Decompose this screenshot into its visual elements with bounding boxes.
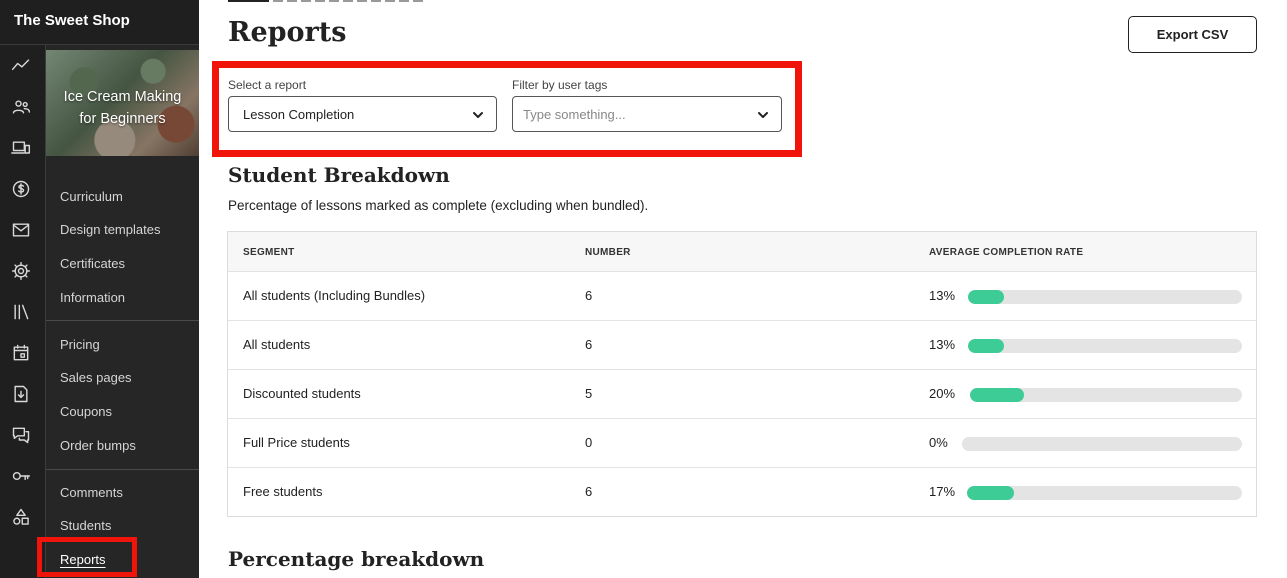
gear-icon[interactable] <box>9 259 33 283</box>
calendar-icon[interactable] <box>9 341 33 365</box>
section-title-student-breakdown: Student Breakdown <box>228 163 450 187</box>
rate-label: 20% <box>929 386 956 401</box>
segment-cell: All students (Including Bundles) <box>243 288 426 303</box>
course-sidebar: Ice Cream Making for Beginners Curriculu… <box>46 45 199 578</box>
completion-progress-bar <box>968 339 1242 353</box>
number-cell: 5 <box>585 386 593 401</box>
nav-information[interactable]: Information <box>60 290 125 305</box>
rate-label: 17% <box>929 484 956 499</box>
nav-comments[interactable]: Comments <box>60 485 123 500</box>
report-select[interactable]: Lesson Completion <box>228 96 497 132</box>
mail-icon[interactable] <box>9 218 33 242</box>
number-cell: 6 <box>585 337 593 352</box>
segment-cell: Discounted students <box>243 386 361 401</box>
column-header-rate: AVERAGE COMPLETION RATE <box>929 247 1084 258</box>
chat-icon[interactable] <box>9 423 33 447</box>
shapes-icon[interactable] <box>9 505 33 529</box>
app-title[interactable]: The Sweet Shop <box>14 12 130 29</box>
course-title: Ice Cream Making for Beginners <box>63 89 182 127</box>
segment-cell: All students <box>243 337 311 352</box>
chevron-down-icon <box>756 108 770 122</box>
segment-cell: Full Price students <box>243 435 350 450</box>
library-icon[interactable] <box>9 300 33 324</box>
course-thumbnail[interactable]: Ice Cream Making for Beginners <box>46 50 199 156</box>
key-icon[interactable] <box>9 464 33 488</box>
column-header-segment: SEGMENT <box>243 247 295 258</box>
column-header-number: NUMBER <box>585 247 631 258</box>
dollar-icon[interactable] <box>9 177 33 201</box>
nav-students[interactable]: Students <box>60 518 111 533</box>
section-description: Percentage of lessons marked as complete… <box>228 198 649 213</box>
page-title: Reports <box>228 17 347 48</box>
tags-filter-placeholder: Type something... <box>523 106 626 122</box>
nav-sales-pages[interactable]: Sales pages <box>60 370 132 385</box>
download-icon[interactable] <box>9 382 33 406</box>
nav-design-templates[interactable]: Design templates <box>60 222 160 237</box>
users-icon[interactable] <box>9 95 33 119</box>
report-select-value: Lesson Completion <box>243 106 355 122</box>
number-cell: 0 <box>585 435 593 450</box>
nav-divider <box>46 469 199 470</box>
breadcrumb-link[interactable] <box>228 0 269 2</box>
analytics-icon[interactable] <box>9 54 33 78</box>
completion-progress-fill <box>968 290 1004 304</box>
completion-progress-bar <box>967 486 1242 500</box>
completion-progress-fill <box>968 339 1004 353</box>
breadcrumb <box>273 0 423 2</box>
student-breakdown-table: SEGMENT NUMBER AVERAGE COMPLETION RATE A… <box>227 231 1257 517</box>
rate-label: 13% <box>929 337 956 352</box>
nav-order-bumps[interactable]: Order bumps <box>60 438 136 453</box>
table-row: All students 6 13% <box>228 321 1256 370</box>
nav-curriculum[interactable]: Curriculum <box>60 189 123 204</box>
export-csv-button[interactable]: Export CSV <box>1128 16 1257 53</box>
completion-progress-fill <box>967 486 1014 500</box>
report-select-label: Select a report <box>228 78 307 92</box>
tags-filter-label: Filter by user tags <box>512 78 608 92</box>
completion-progress-fill <box>970 388 1025 402</box>
devices-icon[interactable] <box>9 136 33 160</box>
segment-cell: Free students <box>243 484 323 499</box>
nav-certificates[interactable]: Certificates <box>60 256 125 271</box>
chevron-down-icon <box>471 108 485 122</box>
completion-progress-bar <box>962 437 1242 451</box>
nav-divider <box>46 320 199 321</box>
nav-coupons[interactable]: Coupons <box>60 404 112 419</box>
rate-label: 13% <box>929 288 956 303</box>
completion-progress-bar <box>970 388 1242 402</box>
rate-label: 0% <box>929 435 948 450</box>
icon-rail <box>0 45 46 578</box>
table-row: Free students 6 17% <box>228 468 1256 517</box>
nav-pricing[interactable]: Pricing <box>60 337 100 352</box>
table-row: Discounted students 5 20% <box>228 370 1256 419</box>
table-row: Full Price students 0 0% <box>228 419 1256 468</box>
completion-progress-bar <box>968 290 1242 304</box>
reports-highlight-box <box>37 537 137 577</box>
table-header: SEGMENT NUMBER AVERAGE COMPLETION RATE <box>228 232 1256 272</box>
tags-filter-input[interactable]: Type something... <box>512 96 782 132</box>
brand-bar: The Sweet Shop <box>0 0 199 45</box>
section-title-percentage-breakdown: Percentage breakdown <box>228 547 485 571</box>
number-cell: 6 <box>585 288 593 303</box>
table-row: All students (Including Bundles) 6 13% <box>228 272 1256 321</box>
number-cell: 6 <box>585 484 593 499</box>
